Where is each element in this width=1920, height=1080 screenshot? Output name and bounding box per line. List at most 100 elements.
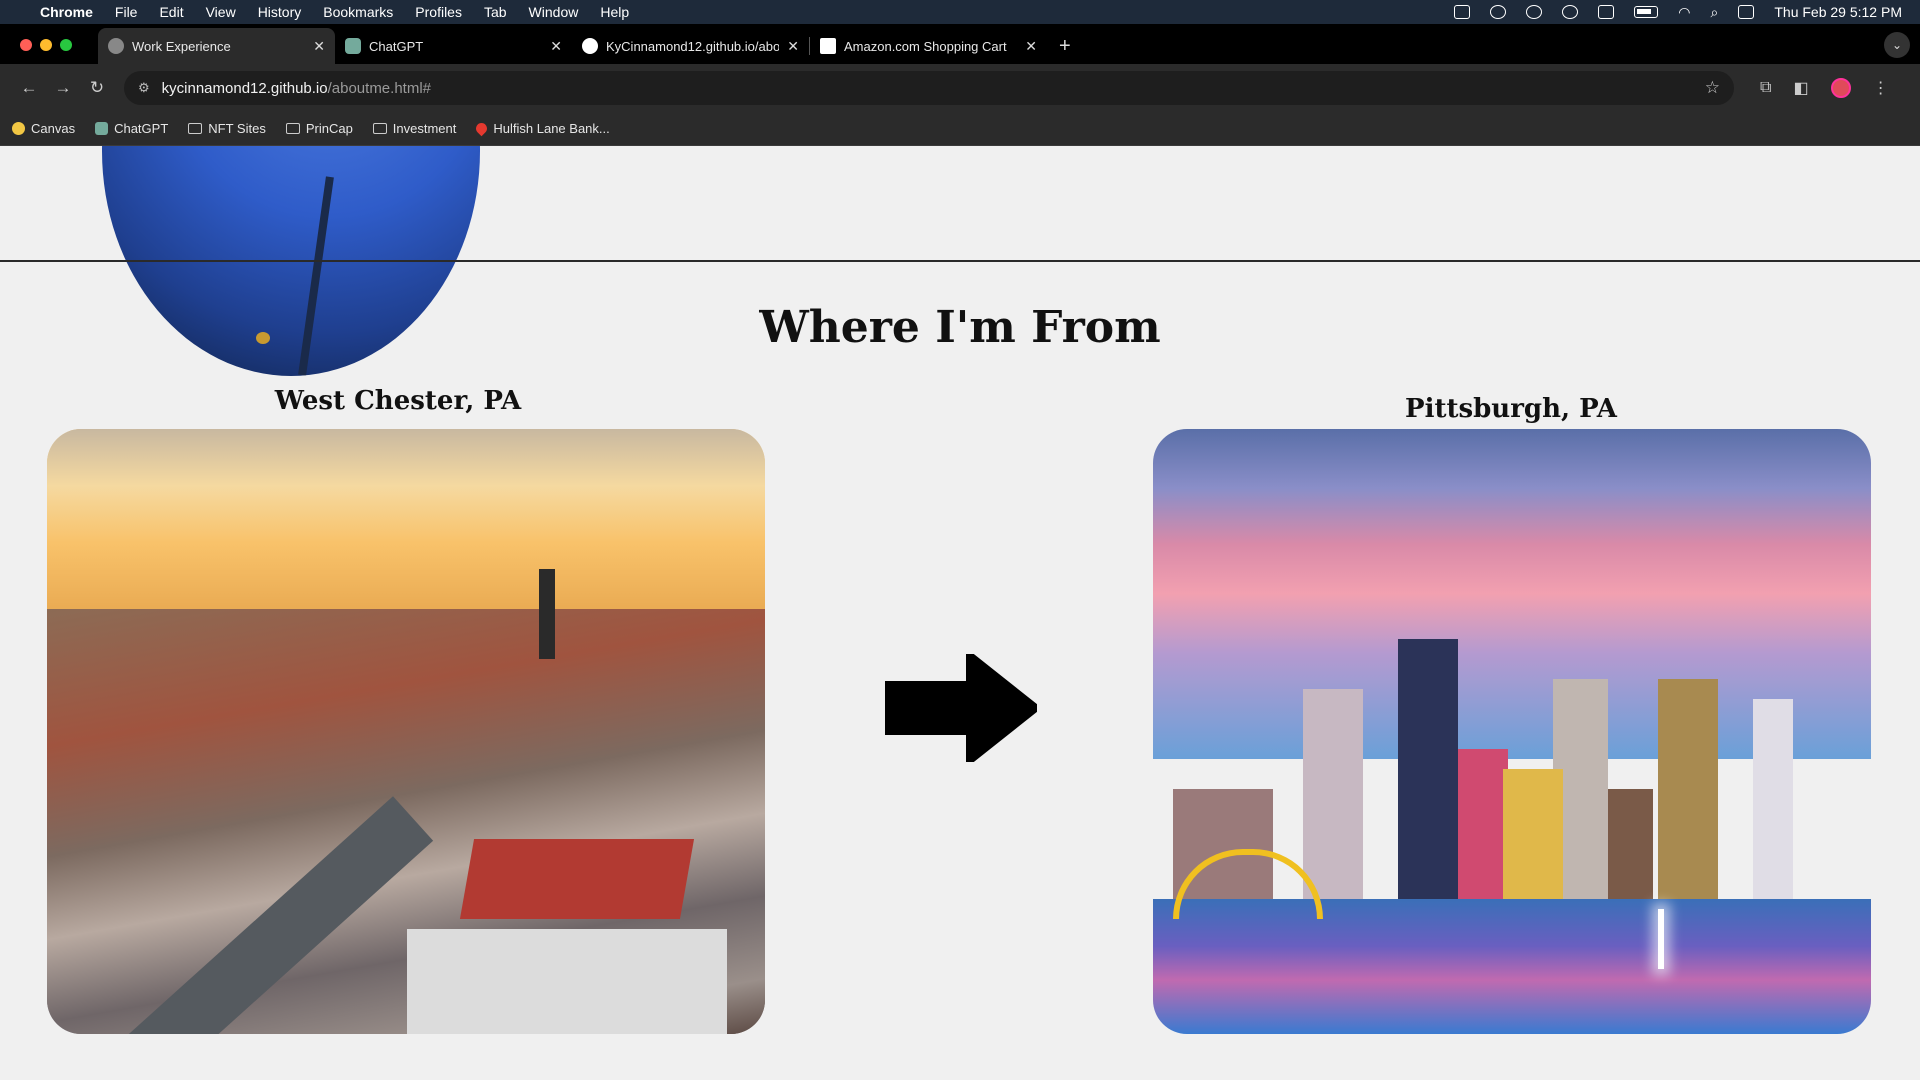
menu-tab[interactable]: Tab — [484, 4, 507, 20]
folder-icon — [188, 123, 203, 134]
chatgpt-icon — [95, 122, 109, 135]
bookmarks-bar: Canvas ChatGPT NFT Sites PrinCap Investm… — [0, 112, 1920, 146]
tab-title: KyCinnamond12.github.io/abo — [606, 38, 780, 54]
menu-help[interactable]: Help — [600, 4, 629, 20]
bookmark-canvas[interactable]: Canvas — [12, 121, 75, 136]
tab-github[interactable]: KyCinnamond12.github.io/abo ✕ — [572, 28, 809, 64]
menu-file[interactable]: File — [115, 4, 138, 20]
tab-chatgpt[interactable]: ChatGPT ✕ — [335, 28, 572, 64]
section-divider — [0, 260, 1920, 262]
menu-app-name[interactable]: Chrome — [40, 4, 93, 20]
skyscraper — [1503, 769, 1563, 909]
tab-title: ChatGPT — [369, 38, 424, 54]
wifi-icon[interactable]: ◠ — [1678, 4, 1690, 21]
tab-work-experience[interactable]: Work Experience ✕ — [98, 28, 335, 64]
display-icon[interactable] — [1598, 5, 1615, 19]
extensions-puzzle-icon[interactable]: ⧉ — [1760, 79, 1771, 97]
menu-profiles[interactable]: Profiles — [415, 4, 462, 20]
tab-list: Work Experience ✕ ChatGPT ✕ KyCinnamond1… — [98, 28, 1071, 64]
url-host: kycinnamond12.github.io — [161, 79, 328, 97]
bookmark-label: Hulfish Lane Bank... — [493, 121, 610, 136]
menu-window[interactable]: Window — [529, 4, 579, 20]
skyscraper — [1608, 789, 1653, 909]
maximize-window-button[interactable] — [60, 39, 72, 51]
bookmark-chatgpt[interactable]: ChatGPT — [95, 121, 168, 136]
close-tab-icon[interactable]: ✕ — [1025, 38, 1037, 55]
chatgpt-icon — [345, 38, 361, 54]
river — [1153, 899, 1871, 1034]
tab-search-chevron-icon[interactable]: ⌄ — [1884, 32, 1910, 58]
menu-edit[interactable]: Edit — [159, 4, 183, 20]
address-bar[interactable]: ⚙ kycinnamond12.github.io /aboutme.html#… — [124, 71, 1734, 105]
tab-title: Amazon.com Shopping Cart — [844, 38, 1007, 54]
bookmark-label: Canvas — [31, 121, 76, 136]
amazon-icon — [820, 38, 836, 54]
folder-icon — [372, 123, 387, 134]
point-fountain — [1658, 909, 1664, 969]
bookmark-label: ChatGPT — [114, 121, 169, 136]
chrome-tab-strip: Work Experience ✕ ChatGPT ✕ KyCinnamond1… — [0, 24, 1920, 64]
bookmark-label: Investment — [392, 121, 457, 136]
pittsburgh-photo — [1153, 429, 1871, 1034]
window-controls — [20, 39, 72, 51]
folder-icon — [285, 123, 300, 134]
macos-menu-bar: Chrome File Edit View History Bookmarks … — [0, 0, 1920, 24]
status-icons: ◠ ⌕ Thu Feb 29 5:12 PM — [1454, 4, 1902, 21]
close-tab-icon[interactable]: ✕ — [787, 38, 799, 55]
to-location-label: Pittsburgh, PA — [1405, 394, 1617, 424]
map-pin-icon — [474, 120, 490, 137]
section-title: Where I'm From — [759, 302, 1161, 353]
menu-bookmarks[interactable]: Bookmarks — [323, 4, 393, 20]
side-panel-icon[interactable]: ◧ — [1793, 78, 1808, 98]
forward-arrow-icon[interactable]: → — [46, 78, 80, 98]
west-chester-photo — [47, 429, 765, 1034]
url-path: /aboutme.html# — [327, 79, 431, 97]
play-icon[interactable] — [1562, 5, 1579, 19]
close-tab-icon[interactable]: ✕ — [550, 38, 562, 55]
bookmark-star-icon[interactable]: ☆ — [1705, 78, 1720, 98]
clock-tower — [539, 569, 555, 659]
spotlight-search-icon[interactable]: ⌕ — [1711, 4, 1719, 21]
canvas-icon — [12, 122, 25, 135]
minimize-window-button[interactable] — [40, 39, 52, 51]
site-settings-icon[interactable]: ⚙ — [138, 80, 150, 96]
bookmark-label: NFT Sites — [208, 121, 266, 136]
github-icon — [582, 38, 598, 54]
browser-toolbar: ← → ↻ ⚙ kycinnamond12.github.io /aboutme… — [0, 64, 1920, 112]
tab-title: Work Experience — [132, 38, 231, 54]
icloud-icon[interactable] — [1526, 5, 1543, 19]
close-window-button[interactable] — [20, 39, 32, 51]
right-arrow-icon — [885, 654, 1037, 762]
globe-icon — [108, 38, 124, 54]
red-roof — [459, 839, 695, 919]
skyscraper — [1398, 639, 1458, 909]
bookmark-hulfish-lane[interactable]: Hulfish Lane Bank... — [474, 120, 610, 137]
control-center-icon[interactable] — [1738, 5, 1755, 19]
outlook-icon[interactable] — [1454, 5, 1471, 19]
tab-amazon-cart[interactable]: Amazon.com Shopping Cart ✕ — [810, 28, 1047, 64]
toolbar-actions: ⧉ ◧ ⋮ — [1760, 78, 1889, 98]
skyscraper — [1303, 689, 1363, 909]
profile-avatar[interactable] — [1830, 78, 1851, 98]
skyscraper — [1658, 679, 1718, 909]
menu-history[interactable]: History — [258, 4, 302, 20]
back-arrow-icon[interactable]: ← — [12, 78, 46, 98]
white-roof — [407, 929, 727, 1034]
menu-view[interactable]: View — [206, 4, 236, 20]
chrome-menu-icon[interactable]: ⋮ — [1873, 78, 1889, 98]
bookmark-folder-princap[interactable]: PrinCap — [285, 121, 353, 136]
bookmark-folder-investment[interactable]: Investment — [372, 121, 457, 136]
menubar-clock[interactable]: Thu Feb 29 5:12 PM — [1774, 4, 1902, 20]
skyscraper — [1458, 749, 1508, 909]
reload-icon[interactable]: ↻ — [80, 78, 114, 98]
bookmark-folder-nft-sites[interactable]: NFT Sites — [188, 121, 266, 136]
skyscraper — [1753, 699, 1793, 909]
close-tab-icon[interactable]: ✕ — [313, 38, 325, 55]
from-location-label: West Chester, PA — [274, 386, 522, 416]
sunset-sky — [47, 429, 765, 619]
creative-cloud-icon[interactable] — [1490, 5, 1507, 19]
page-viewport[interactable]: Where I'm From West Chester, PA Pittsbur… — [0, 146, 1920, 1080]
bookmark-label: PrinCap — [305, 121, 353, 136]
battery-icon[interactable] — [1634, 6, 1659, 18]
new-tab-icon[interactable]: + — [1059, 35, 1071, 58]
